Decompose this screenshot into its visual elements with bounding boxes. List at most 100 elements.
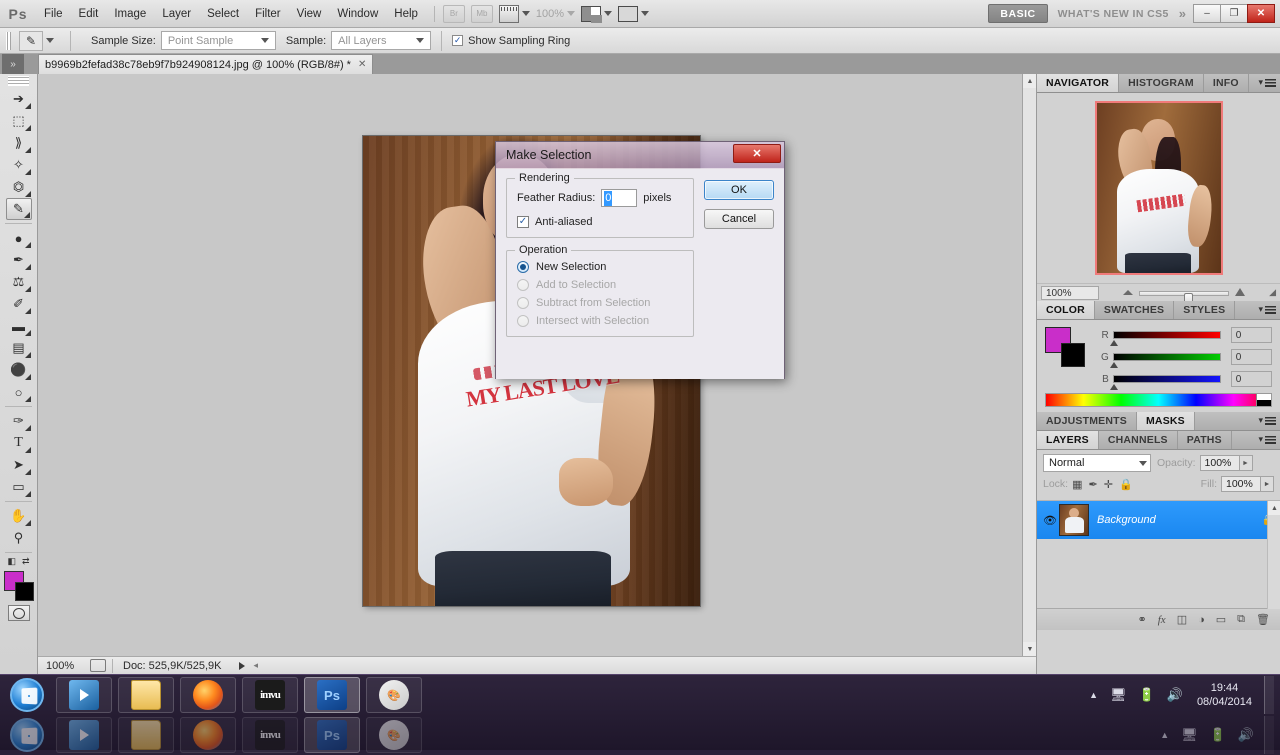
navigator-panel-menu-icon[interactable]: ▾: [1258, 77, 1276, 88]
tab-navigator[interactable]: NAVIGATOR: [1037, 74, 1120, 92]
show-desktop-button[interactable]: [1264, 676, 1274, 714]
status-zoom-value[interactable]: 100%: [38, 660, 90, 672]
status-expand-icon[interactable]: [239, 661, 246, 670]
dodge-tool[interactable]: ○: [6, 381, 32, 403]
feather-radius-input[interactable]: 0: [601, 189, 638, 207]
tab-swatches[interactable]: SWATCHES: [1095, 301, 1175, 319]
quick-mask-icon[interactable]: [7, 605, 30, 621]
taskbar-windows-explorer[interactable]: [118, 677, 174, 713]
type-tool[interactable]: T: [6, 432, 32, 454]
menu-view[interactable]: View: [289, 4, 330, 24]
adjustments-panel-menu-icon[interactable]: ▾: [1258, 415, 1276, 426]
add-layer-mask-icon[interactable]: ◫: [1177, 613, 1187, 626]
history-brush-tool[interactable]: ✐: [6, 293, 32, 315]
eyedropper-icon[interactable]: ✎: [19, 30, 43, 51]
workspace-basic-button[interactable]: BASIC: [988, 4, 1048, 23]
fill-value[interactable]: 100%: [1221, 476, 1261, 492]
document-tab[interactable]: b9969b2fefad38c78eb9f7b924908124.jpg @ 1…: [38, 54, 374, 74]
menu-window[interactable]: Window: [329, 4, 386, 24]
screen-mode-chevron-down-icon[interactable]: [641, 11, 650, 16]
minimize-button[interactable]: –: [1193, 4, 1221, 23]
zoom-in-icon[interactable]: [1235, 287, 1246, 296]
tab-layers[interactable]: LAYERS: [1037, 431, 1099, 449]
tab-paths[interactable]: PATHS: [1178, 431, 1232, 449]
clone-stamp-tool[interactable]: ⚖: [6, 271, 32, 293]
lock-all-icon[interactable]: 🔒: [1119, 478, 1133, 491]
menu-edit[interactable]: Edit: [71, 4, 107, 24]
layers-panel-menu-icon[interactable]: ▾: [1258, 434, 1276, 445]
show-hidden-icons-icon[interactable]: ▲: [1089, 690, 1098, 700]
view-extras-chevron-down-icon[interactable]: [521, 11, 530, 16]
tab-styles[interactable]: STYLES: [1174, 301, 1236, 319]
anti-aliased-checkbox[interactable]: ✓ Anti-aliased: [517, 216, 683, 228]
channel-slider-b[interactable]: [1109, 375, 1221, 390]
color-spectrum-ramp[interactable]: [1045, 393, 1272, 407]
bridge-icon[interactable]: Br: [442, 4, 465, 23]
spot-healing-brush-tool[interactable]: ●: [6, 227, 32, 249]
menu-file[interactable]: File: [36, 4, 71, 24]
sample-select[interactable]: All Layers: [331, 31, 432, 50]
blur-tool[interactable]: ⚫: [6, 359, 32, 381]
default-colors-icon[interactable]: ◧: [7, 556, 16, 567]
channel-value-g[interactable]: 0: [1230, 349, 1272, 365]
whats-new-link[interactable]: WHAT'S NEW IN CS5: [1048, 8, 1179, 20]
navigator-preview[interactable]: [1037, 93, 1280, 283]
path-selection-tool[interactable]: ➤: [6, 454, 32, 476]
hand-tool[interactable]: ✋: [6, 505, 32, 527]
magic-wand-tool[interactable]: ✧: [6, 154, 32, 176]
color-panel-menu-icon[interactable]: ▾: [1258, 304, 1276, 315]
close-icon[interactable]: ✕: [358, 59, 366, 70]
volume-icon[interactable]: 🔊: [1167, 687, 1183, 703]
opacity-value[interactable]: 100%: [1199, 455, 1240, 471]
blend-mode-select[interactable]: Normal: [1043, 454, 1151, 472]
lock-image-icon[interactable]: ✒: [1089, 478, 1098, 491]
cancel-button[interactable]: Cancel: [704, 209, 774, 229]
taskbar-photoshop[interactable]: Ps: [304, 677, 360, 713]
tab-histogram[interactable]: HISTOGRAM: [1119, 74, 1204, 92]
layer-visibility-eye-icon[interactable]: 👁: [1043, 514, 1059, 527]
channel-slider-g[interactable]: [1109, 353, 1221, 368]
restore-button[interactable]: ❐: [1220, 4, 1248, 23]
battery-icon[interactable]: 🔋: [1139, 687, 1155, 703]
rectangle-tool[interactable]: ▭: [6, 476, 32, 498]
taskbar-firefox[interactable]: [180, 677, 236, 713]
layer-name[interactable]: Background: [1097, 514, 1262, 526]
fill-stepper-icon[interactable]: ►: [1261, 476, 1274, 492]
new-adjustment-layer-icon[interactable]: ◑: [1198, 614, 1205, 626]
rectangular-marquee-tool[interactable]: ⬚: [6, 110, 32, 132]
tab-masks[interactable]: MASKS: [1136, 412, 1195, 430]
close-button[interactable]: ✕: [1247, 4, 1275, 23]
scroll-up-icon[interactable]: ▲: [1268, 501, 1280, 515]
radio-new-selection[interactable]: New Selection: [517, 261, 683, 273]
options-bar-grip[interactable]: [6, 31, 11, 50]
link-layers-icon[interactable]: ⚭: [1138, 613, 1147, 626]
arrange-documents-icon[interactable]: [581, 5, 603, 23]
menu-select[interactable]: Select: [199, 4, 247, 24]
layer-list-scrollbar[interactable]: ▲: [1267, 501, 1280, 609]
eyedropper-tool[interactable]: ✎: [5, 198, 32, 220]
collapse-panels-icon[interactable]: »: [2, 54, 24, 74]
menu-layer[interactable]: Layer: [154, 4, 199, 24]
taskbar-imvu[interactable]: imvu: [242, 677, 298, 713]
ok-button[interactable]: OK: [704, 180, 774, 200]
background-color-swatch[interactable]: [14, 582, 34, 601]
zoom-slider-track[interactable]: [1139, 290, 1230, 305]
brush-tool[interactable]: ✒: [6, 249, 32, 271]
view-extras-icon[interactable]: [498, 4, 519, 23]
opacity-stepper-icon[interactable]: ►: [1239, 455, 1253, 471]
lock-transparency-icon[interactable]: ▦: [1072, 478, 1082, 491]
tab-info[interactable]: INFO: [1204, 74, 1249, 92]
tab-color[interactable]: COLOR: [1037, 301, 1095, 319]
menu-image[interactable]: Image: [106, 4, 154, 24]
navigator-zoom-input[interactable]: 100%: [1041, 285, 1099, 300]
gradient-tool[interactable]: ▤: [6, 337, 32, 359]
channel-value-b[interactable]: 0: [1230, 371, 1272, 387]
arrange-chevron-down-icon[interactable]: [604, 11, 613, 16]
tab-channels[interactable]: CHANNELS: [1099, 431, 1178, 449]
navigator-zoom-slider[interactable]: [1105, 286, 1263, 305]
navigator-resize-grip[interactable]: ◢: [1269, 287, 1276, 298]
tab-adjustments[interactable]: ADJUSTMENTS: [1037, 412, 1137, 430]
zoom-out-icon[interactable]: [1123, 289, 1133, 295]
sample-size-select[interactable]: Point Sample: [160, 31, 276, 50]
pen-tool[interactable]: ✑: [6, 410, 32, 432]
